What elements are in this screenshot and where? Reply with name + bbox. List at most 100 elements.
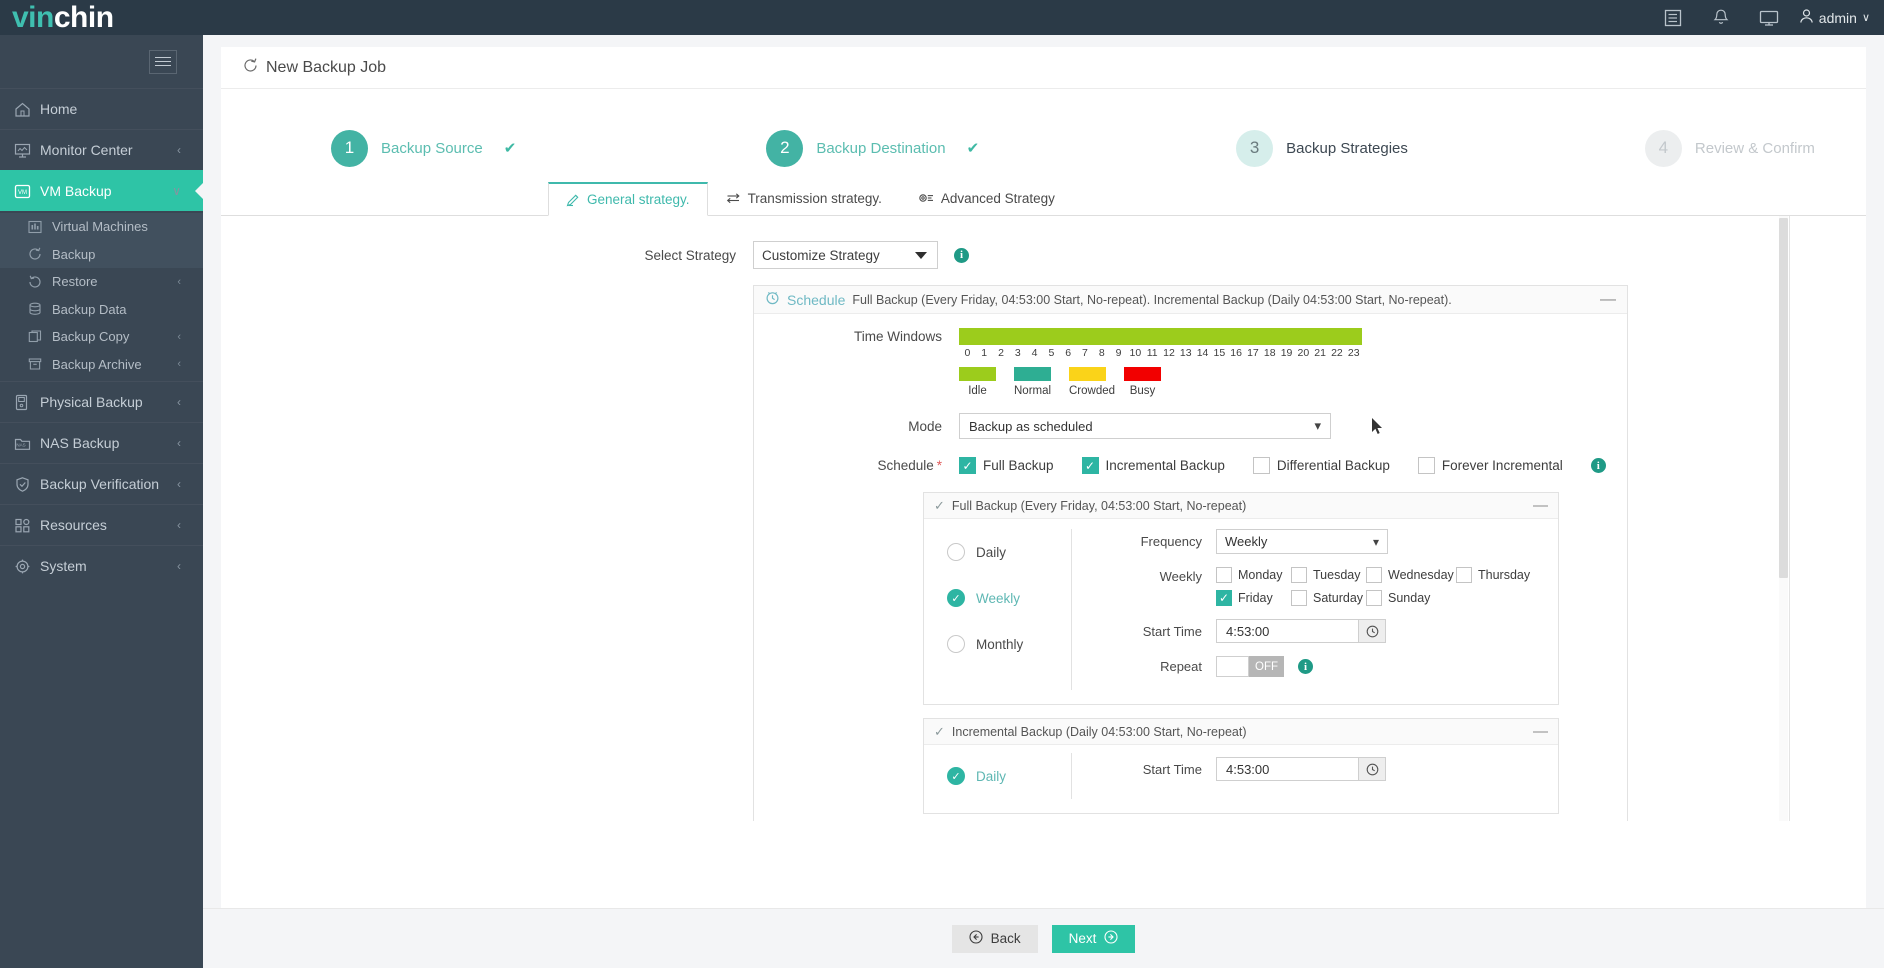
hour-tick: 0 [964, 347, 971, 359]
step-review-confirm[interactable]: 4 Review & Confirm [1644, 129, 1815, 167]
backup-archive-icon [28, 357, 52, 371]
checkbox-incremental-backup[interactable]: ✓ Incremental Backup [1081, 457, 1225, 474]
sidebar-item-label: Physical Backup [40, 394, 143, 410]
legend-item-busy: Busy [1124, 367, 1161, 397]
schedule-panel-subtitle: Full Backup (Every Friday, 04:53:00 Star… [852, 292, 1452, 307]
sidebar-item-backup-verification[interactable]: Backup Verification ‹ [0, 463, 203, 504]
step-backup-destination[interactable]: 2 Backup Destination ✔ [766, 129, 979, 167]
sidebar-item-physical-backup[interactable]: Physical Backup ‹ [0, 381, 203, 422]
checkbox-saturday[interactable]: Saturday [1291, 590, 1366, 606]
start-time-input[interactable]: 4:53:00 [1216, 757, 1359, 781]
sidebar-item-nas-backup[interactable]: NAS NAS Backup ‹ [0, 422, 203, 463]
checkbox-label: Full Backup [983, 458, 1054, 473]
radio-daily-incremental[interactable]: ✓ Daily [947, 753, 1071, 799]
hour-tick: 17 [1247, 347, 1259, 359]
sidebar-item-backup-copy[interactable]: Backup Copy ‹ [0, 323, 203, 351]
sidebar-item-label: Backup Verification [40, 476, 160, 492]
step-backup-strategies[interactable]: 3 Backup Strategies [1236, 129, 1408, 167]
clock-picker-icon[interactable] [1359, 757, 1386, 781]
sidebar-item-resources[interactable]: Resources ‹ [0, 504, 203, 545]
frequency-dropdown[interactable]: Weekly ▾ [1216, 529, 1388, 554]
checkbox-forever-incremental[interactable]: Forever Incremental [1417, 457, 1563, 474]
full-backup-frequency-radios: Daily ✓ Weekly Monthly [924, 529, 1072, 690]
minimize-icon[interactable]: — [1533, 497, 1548, 514]
checkbox-sunday[interactable]: Sunday [1366, 590, 1430, 606]
checkbox-wednesday[interactable]: Wednesday [1366, 567, 1456, 583]
sidebar-item-home[interactable]: Home [0, 88, 203, 129]
hour-tick: 8 [1098, 347, 1105, 359]
checkbox-label: Wednesday [1388, 568, 1454, 582]
checkbox-differential-backup[interactable]: Differential Backup [1252, 457, 1390, 474]
step-label: Backup Destination [816, 139, 946, 157]
hour-tick: 3 [1014, 347, 1021, 359]
incremental-backup-panel: ✓ Incremental Backup (Daily 04:53:00 Sta… [923, 718, 1559, 814]
sidebar-subitem-label: Restore [52, 274, 98, 290]
select-strategy-label: Select Strategy [644, 247, 736, 263]
chevron-down-icon: ▾ [1314, 418, 1321, 433]
checkbox-box: ✓ [1216, 590, 1232, 606]
brand-logo[interactable]: vin chin [0, 0, 203, 35]
tab-advanced-strategy[interactable]: Advanced Strategy [900, 181, 1073, 215]
svg-text:NAS: NAS [16, 442, 25, 447]
sidebar-item-backup-data[interactable]: Backup Data [0, 295, 203, 323]
sidebar-item-virtual-machines[interactable]: Virtual Machines [0, 213, 203, 241]
strategy-form-scroll-region: Select Strategy Customize Strategy i Sch… [548, 216, 1790, 821]
repeat-toggle[interactable]: OFF [1216, 656, 1284, 677]
step-label: Review & Confirm [1694, 139, 1815, 157]
sidebar-item-backup-archive[interactable]: Backup Archive ‹ [0, 350, 203, 378]
mode-row: Mode Backup as scheduled ▾ [754, 413, 1627, 439]
step-backup-source[interactable]: 1 Backup Source ✔ [331, 129, 516, 167]
incremental-backup-panel-title: Incremental Backup (Daily 04:53:00 Start… [951, 724, 1247, 739]
repeat-info-icon[interactable]: i [1298, 659, 1313, 674]
sidebar-item-vm-backup[interactable]: VM VM Backup ∨ [0, 170, 203, 211]
caret-down-icon [915, 251, 927, 259]
select-strategy-info-icon[interactable]: i [954, 247, 969, 263]
checkbox-label: Monday [1238, 568, 1283, 582]
bell-icon[interactable] [1697, 0, 1745, 35]
checkbox-full-backup[interactable]: ✓ Full Backup [959, 457, 1054, 474]
checkbox-label: Thursday [1478, 568, 1531, 582]
clock-picker-icon[interactable] [1359, 619, 1386, 643]
mode-dropdown[interactable]: Backup as scheduled ▾ [959, 413, 1331, 439]
incremental-start-time-row: Start Time 4:53:00 [1098, 757, 1558, 781]
checkbox-tuesday[interactable]: Tuesday [1291, 567, 1366, 583]
checkbox-thursday[interactable]: Thursday [1456, 567, 1530, 583]
list-icon[interactable] [1649, 0, 1697, 35]
monitor-icon[interactable] [1745, 0, 1793, 35]
full-backup-start-time-row: Start Time 4:53:00 [1098, 619, 1558, 643]
hamburger-icon[interactable] [149, 49, 177, 74]
monitor-center-icon [14, 142, 40, 159]
minimize-icon[interactable]: — [1600, 291, 1616, 309]
brand-logo-part2: chin [53, 0, 114, 34]
sidebar-item-system[interactable]: System ‹ [0, 545, 203, 586]
back-button[interactable]: Back [951, 924, 1038, 953]
sidebar-subitem-label: Virtual Machines [52, 219, 148, 235]
sidebar-item-backup[interactable]: Backup [0, 240, 203, 268]
start-time-label: Start Time [1142, 761, 1202, 777]
time-windows-bar[interactable] [959, 328, 1362, 345]
start-time-input[interactable]: 4:53:00 [1216, 619, 1359, 643]
checkbox-monday[interactable]: Monday [1216, 567, 1291, 583]
checkbox-friday[interactable]: ✓ Friday [1216, 590, 1291, 606]
checkbox-box [1417, 457, 1435, 474]
sidebar-item-restore[interactable]: Restore ‹ [0, 268, 203, 296]
legend-item-normal: Normal [1014, 367, 1051, 397]
next-button[interactable]: Next [1051, 924, 1136, 953]
radio-monthly[interactable]: Monthly [947, 621, 1071, 667]
radio-daily[interactable]: Daily [947, 529, 1071, 575]
tab-transmission-strategy[interactable]: Transmission strategy. [708, 181, 900, 215]
user-menu[interactable]: admin ∨ [1793, 8, 1870, 27]
chevron-icon: ‹ [177, 518, 181, 532]
sidebar-item-monitor-center[interactable]: Monitor Center ‹ [0, 129, 203, 170]
sidebar-item-label: VM Backup [40, 183, 112, 199]
sidebar-toggle-row [0, 35, 203, 88]
radio-weekly[interactable]: ✓ Weekly [947, 575, 1071, 621]
tab-general-strategy[interactable]: General strategy. [548, 182, 708, 216]
scrollbar-thumb[interactable] [1779, 218, 1788, 578]
minimize-icon[interactable]: — [1533, 723, 1548, 740]
schedule-info-icon[interactable]: i [1590, 458, 1606, 473]
checkbox-label: Sunday [1388, 591, 1431, 605]
next-button-label: Next [1068, 931, 1097, 946]
select-strategy-dropdown[interactable]: Customize Strategy [753, 241, 938, 269]
sidebar-subitem-label: Backup [52, 246, 96, 262]
